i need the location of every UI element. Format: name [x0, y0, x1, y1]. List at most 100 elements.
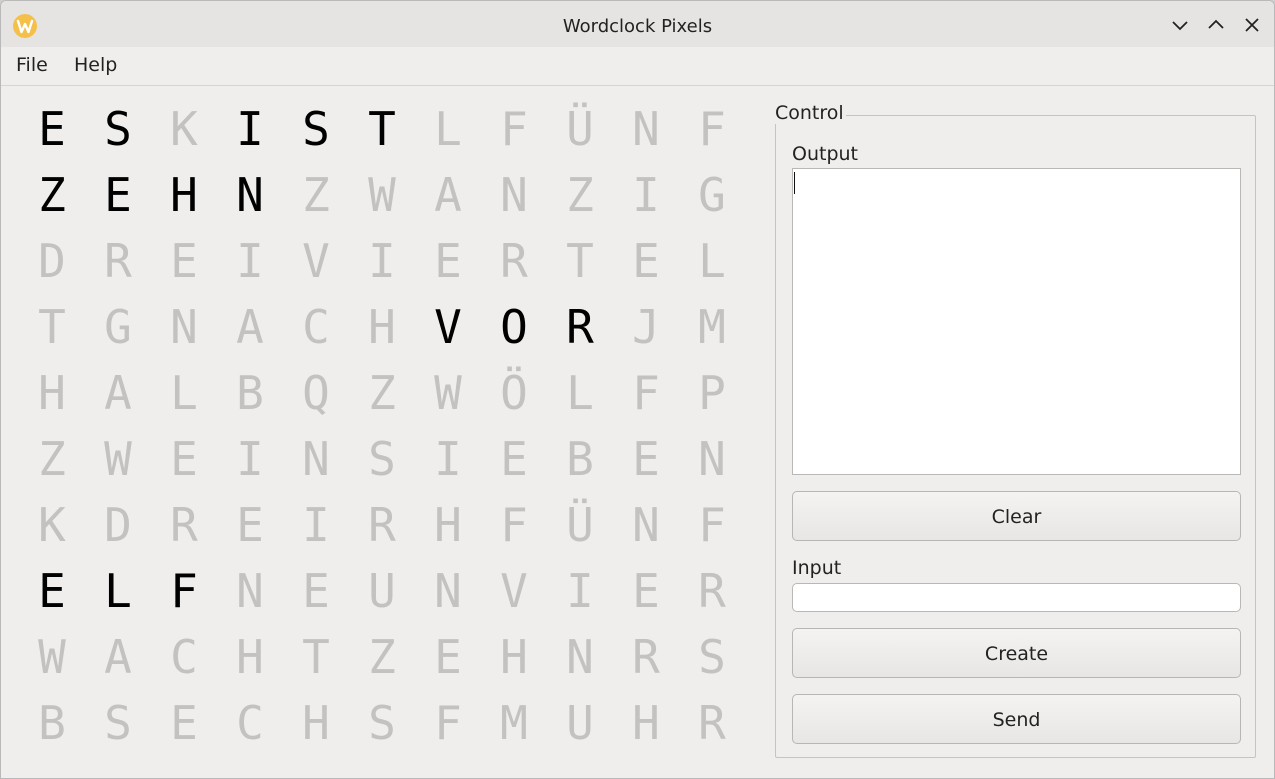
letter-cell: H [500, 630, 528, 684]
letter-cell-lit: I [236, 102, 264, 156]
letter-cell: E [500, 432, 528, 486]
letter-cell: E [170, 696, 198, 750]
letter-cell: G [104, 300, 132, 354]
letter-cell: F [698, 498, 726, 552]
letter-cell: E [632, 432, 660, 486]
letter-cell: H [434, 498, 462, 552]
send-button[interactable]: Send [792, 694, 1241, 744]
letter-cell: M [698, 300, 726, 354]
letter-cell: I [236, 234, 264, 288]
letter-cell: W [104, 432, 132, 486]
letter-cell: I [434, 432, 462, 486]
title-bar[interactable]: Wordclock Pixels [1, 1, 1274, 47]
app-window: Wordclock Pixels File Help ESKISTLFÜNFZE… [0, 0, 1275, 779]
letter-cell: K [38, 498, 66, 552]
letter-cell: Z [302, 168, 330, 222]
wordclock-grid: ESKISTLFÜNFZEHNZWANZIGDREIVIERTELTGNACHV… [19, 96, 745, 756]
letter-cell: I [302, 498, 330, 552]
control-group-title: Control [775, 102, 846, 124]
letter-cell: T [38, 300, 66, 354]
letter-cell: B [236, 366, 264, 420]
letter-cell: N [170, 300, 198, 354]
letter-cell: I [566, 564, 594, 618]
letter-cell-lit: E [38, 102, 66, 156]
letter-cell: P [698, 366, 726, 420]
letter-cell: A [104, 366, 132, 420]
letter-cell: M [500, 696, 528, 750]
maximize-icon[interactable] [1206, 15, 1226, 35]
menu-help[interactable]: Help [74, 54, 117, 76]
letter-cell: S [104, 696, 132, 750]
letter-cell: R [698, 564, 726, 618]
letter-cell: Z [368, 630, 396, 684]
letter-cell: B [566, 432, 594, 486]
letter-cell: V [302, 234, 330, 288]
menu-file[interactable]: File [16, 54, 48, 76]
letter-cell: F [434, 696, 462, 750]
letter-cell: R [632, 630, 660, 684]
letter-cell: R [170, 498, 198, 552]
letter-cell: W [368, 168, 396, 222]
letter-cell: V [500, 564, 528, 618]
letter-cell: N [236, 564, 264, 618]
letter-cell: H [632, 696, 660, 750]
letter-cell: R [698, 696, 726, 750]
letter-cell: F [500, 102, 528, 156]
letter-cell: U [566, 696, 594, 750]
letter-cell: S [698, 630, 726, 684]
letter-cell: E [434, 234, 462, 288]
letter-cell: F [698, 102, 726, 156]
letter-cell: H [368, 300, 396, 354]
letter-cell: T [566, 234, 594, 288]
letter-cell: Z [368, 366, 396, 420]
letter-cell: I [368, 234, 396, 288]
input-field[interactable] [792, 583, 1241, 612]
letter-cell: N [302, 432, 330, 486]
letter-cell-lit: S [104, 102, 132, 156]
letter-cell: E [632, 234, 660, 288]
letter-cell: E [170, 432, 198, 486]
letter-cell: R [368, 498, 396, 552]
letter-cell: N [632, 498, 660, 552]
letter-cell: A [104, 630, 132, 684]
letter-cell-lit: R [566, 300, 594, 354]
letter-cell-lit: F [170, 564, 198, 618]
letter-cell: S [368, 696, 396, 750]
letter-cell: E [632, 564, 660, 618]
letter-cell: I [236, 432, 264, 486]
letter-cell: Ü [566, 498, 594, 552]
letter-cell-lit: E [104, 168, 132, 222]
letter-cell-lit: E [38, 564, 66, 618]
letter-cell: C [170, 630, 198, 684]
letter-cell: F [500, 498, 528, 552]
letter-cell-lit: Z [38, 168, 66, 222]
letter-cell: G [698, 168, 726, 222]
letter-cell-lit: T [368, 102, 396, 156]
letter-cell-lit: N [236, 168, 264, 222]
letter-cell: D [38, 234, 66, 288]
input-label: Input [792, 557, 842, 579]
create-button[interactable]: Create [792, 628, 1241, 678]
letter-cell: T [302, 630, 330, 684]
letter-cell: Z [566, 168, 594, 222]
letter-cell: Ö [500, 366, 528, 420]
letter-cell: Ü [566, 102, 594, 156]
letter-cell: U [368, 564, 396, 618]
close-icon[interactable] [1242, 15, 1262, 35]
minimize-icon[interactable] [1170, 15, 1190, 35]
letter-cell: B [38, 696, 66, 750]
letter-cell-lit: S [302, 102, 330, 156]
letter-cell: N [698, 432, 726, 486]
letter-cell: C [302, 300, 330, 354]
text-caret [794, 172, 795, 194]
letter-cell: A [434, 168, 462, 222]
letter-cell: R [104, 234, 132, 288]
letter-cell: H [38, 366, 66, 420]
clear-button[interactable]: Clear [792, 491, 1241, 541]
letter-cell: C [236, 696, 264, 750]
letter-cell: K [170, 102, 198, 156]
output-textarea[interactable] [792, 168, 1241, 475]
letter-cell: A [236, 300, 264, 354]
letter-cell: N [434, 564, 462, 618]
letter-cell: F [632, 366, 660, 420]
